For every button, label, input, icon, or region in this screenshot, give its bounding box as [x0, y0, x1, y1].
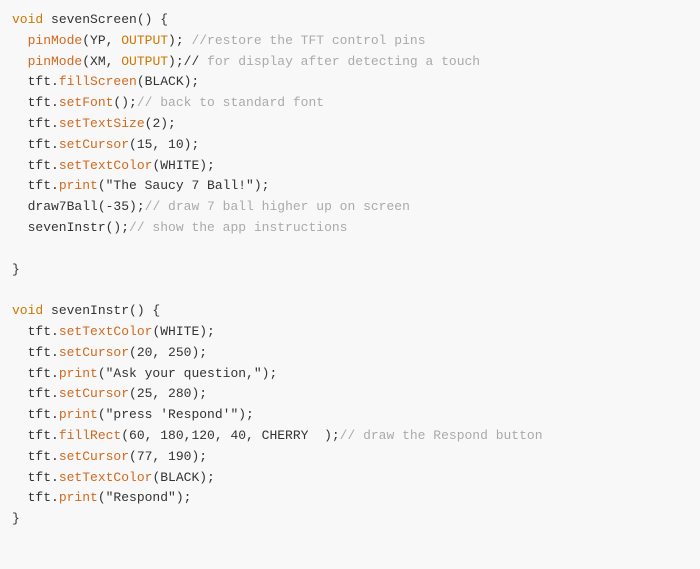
code-line — [0, 280, 700, 301]
token: pinMode — [12, 33, 82, 48]
token: tft. — [12, 386, 59, 401]
token: fillRect — [59, 428, 121, 443]
code-line: tft.print("Respond"); — [0, 488, 700, 509]
code-line — [0, 239, 700, 260]
code-line: tft.setTextColor(WHITE); — [0, 156, 700, 177]
token: // show the app instructions — [129, 220, 347, 235]
code-line: tft.setTextColor(BLACK); — [0, 468, 700, 489]
token: fillScreen — [59, 74, 137, 89]
token: sevenInstr — [12, 220, 106, 235]
token: void — [12, 303, 43, 318]
token: print — [59, 178, 98, 193]
token: tft. — [12, 74, 59, 89]
token: setTextColor — [59, 158, 153, 173]
token: //restore the TFT control pins — [191, 33, 425, 48]
token: setTextColor — [59, 470, 153, 485]
token: setFont — [59, 95, 114, 110]
token: print — [59, 490, 98, 505]
code-line: pinMode(XM, OUTPUT);// for display after… — [0, 52, 700, 73]
code-line: tft.setCursor(77, 190); — [0, 447, 700, 468]
token: ("Respond"); — [98, 490, 192, 505]
token: (15, 10); — [129, 137, 199, 152]
token: tft. — [12, 490, 59, 505]
token: setCursor — [59, 449, 129, 464]
token: (); — [106, 220, 129, 235]
code-line: tft.setCursor(15, 10); — [0, 135, 700, 156]
token: } — [12, 262, 20, 277]
token: ("The Saucy 7 Ball!"); — [98, 178, 270, 193]
token: (20, 250); — [129, 345, 207, 360]
token: for display after detecting a touch — [199, 54, 480, 69]
token: (XM, — [82, 54, 121, 69]
token: tft. — [12, 137, 59, 152]
token: (BLACK); — [152, 470, 214, 485]
token: setTextColor — [59, 324, 153, 339]
code-line: tft.setFont();// back to standard font — [0, 93, 700, 114]
token: tft. — [12, 428, 59, 443]
token: (); — [113, 95, 136, 110]
token: OUTPUT — [121, 54, 168, 69]
token: (YP, — [82, 33, 121, 48]
code-line: tft.setCursor(25, 280); — [0, 384, 700, 405]
token: tft. — [12, 470, 59, 485]
token: // draw 7 ball higher up on screen — [145, 199, 410, 214]
token: );// — [168, 54, 199, 69]
token: setCursor — [59, 345, 129, 360]
code-line: sevenInstr();// show the app instruction… — [0, 218, 700, 239]
token: setCursor — [59, 137, 129, 152]
code-line: tft.fillScreen(BLACK); — [0, 72, 700, 93]
token: ); — [168, 33, 191, 48]
code-line: draw7Ball(-35);// draw 7 ball higher up … — [0, 197, 700, 218]
token: setCursor — [59, 386, 129, 401]
token: (WHITE); — [152, 158, 214, 173]
token: OUTPUT — [121, 33, 168, 48]
code-line: tft.setTextSize(2); — [0, 114, 700, 135]
token: tft. — [12, 95, 59, 110]
token: // draw the Respond button — [340, 428, 543, 443]
token: tft. — [12, 116, 59, 131]
token: (2); — [145, 116, 176, 131]
token: (77, 190); — [129, 449, 207, 464]
code-line: tft.fillRect(60, 180,120, 40, CHERRY );/… — [0, 426, 700, 447]
code-line: tft.print("The Saucy 7 Ball!"); — [0, 176, 700, 197]
token: } — [12, 511, 20, 526]
token: (-35); — [98, 199, 145, 214]
token: tft. — [12, 449, 59, 464]
token: setTextSize — [59, 116, 145, 131]
token: sevenInstr() { — [43, 303, 160, 318]
code-line: tft.setCursor(20, 250); — [0, 343, 700, 364]
code-line: void sevenScreen() { — [0, 10, 700, 31]
token: print — [59, 366, 98, 381]
code-line: tft.setTextColor(WHITE); — [0, 322, 700, 343]
token: (WHITE); — [152, 324, 214, 339]
token: tft. — [12, 407, 59, 422]
code-line: tft.print("Ask your question,"); — [0, 364, 700, 385]
token: pinMode — [12, 54, 82, 69]
token: sevenScreen() { — [43, 12, 168, 27]
token: tft. — [12, 366, 59, 381]
token: draw7Ball — [12, 199, 98, 214]
token: ("press 'Respond'"); — [98, 407, 254, 422]
token: tft. — [12, 178, 59, 193]
token: print — [59, 407, 98, 422]
token: (25, 280); — [129, 386, 207, 401]
token: void — [12, 12, 43, 27]
token: // back to standard font — [137, 95, 324, 110]
code-line: } — [0, 509, 700, 530]
token: tft. — [12, 324, 59, 339]
token: tft. — [12, 345, 59, 360]
token: ("Ask your question,"); — [98, 366, 277, 381]
code-line: pinMode(YP, OUTPUT); //restore the TFT c… — [0, 31, 700, 52]
code-line: void sevenInstr() { — [0, 301, 700, 322]
code-line: } — [0, 260, 700, 281]
token: tft. — [12, 158, 59, 173]
token: (60, 180,120, 40, CHERRY ); — [121, 428, 339, 443]
token: (BLACK); — [137, 74, 199, 89]
code-container: void sevenScreen() { pinMode(YP, OUTPUT)… — [0, 0, 700, 540]
code-line: tft.print("press 'Respond'"); — [0, 405, 700, 426]
